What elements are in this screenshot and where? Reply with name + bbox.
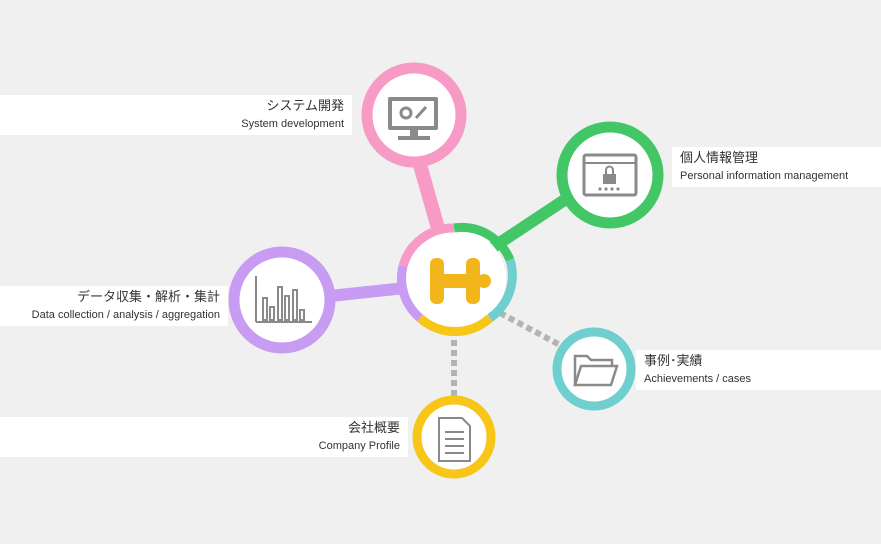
node-cases[interactable] — [552, 327, 636, 411]
connector-data — [329, 282, 406, 302]
personal-title-jp: 個人情報管理 — [680, 151, 759, 166]
data-collection-label[interactable]: データ収集・解析・集計 Data collection / analysis /… — [0, 286, 228, 326]
personal-info-label[interactable]: 個人情報管理 Personal information management — [672, 147, 881, 187]
connector-personal — [488, 189, 576, 254]
diagram-canvas — [228, 62, 664, 479]
personal-title-en: Personal information management — [680, 170, 849, 182]
cases-title-en: Achievements / cases — [644, 373, 751, 385]
node-system[interactable] — [361, 62, 467, 168]
company-title-en: Company Profile — [318, 440, 400, 452]
company-profile-label[interactable]: 会社概要 Company Profile — [0, 417, 408, 457]
node-data[interactable] — [228, 246, 336, 354]
company-title-jp: 会社概要 — [347, 421, 400, 436]
system-title-jp: システム開発 — [266, 99, 344, 114]
center-hub[interactable] — [397, 222, 517, 336]
service-diagram: システム開発 System development データ収集・解析・集計 Da… — [0, 0, 881, 540]
data-title-en: Data collection / analysis / aggregation — [31, 309, 220, 321]
system-development-label[interactable]: システム開発 System development — [0, 95, 352, 135]
achievements-label[interactable]: 事例･実績 Achievements / cases — [636, 350, 881, 390]
connector-cases — [498, 310, 562, 348]
node-company[interactable] — [412, 395, 496, 479]
system-title-en: System development — [241, 118, 344, 130]
node-personal[interactable] — [556, 121, 664, 229]
connector-system — [413, 163, 447, 237]
cases-title-jp: 事例･実績 — [644, 354, 703, 369]
data-title-jp: データ収集・解析・集計 — [76, 290, 220, 305]
